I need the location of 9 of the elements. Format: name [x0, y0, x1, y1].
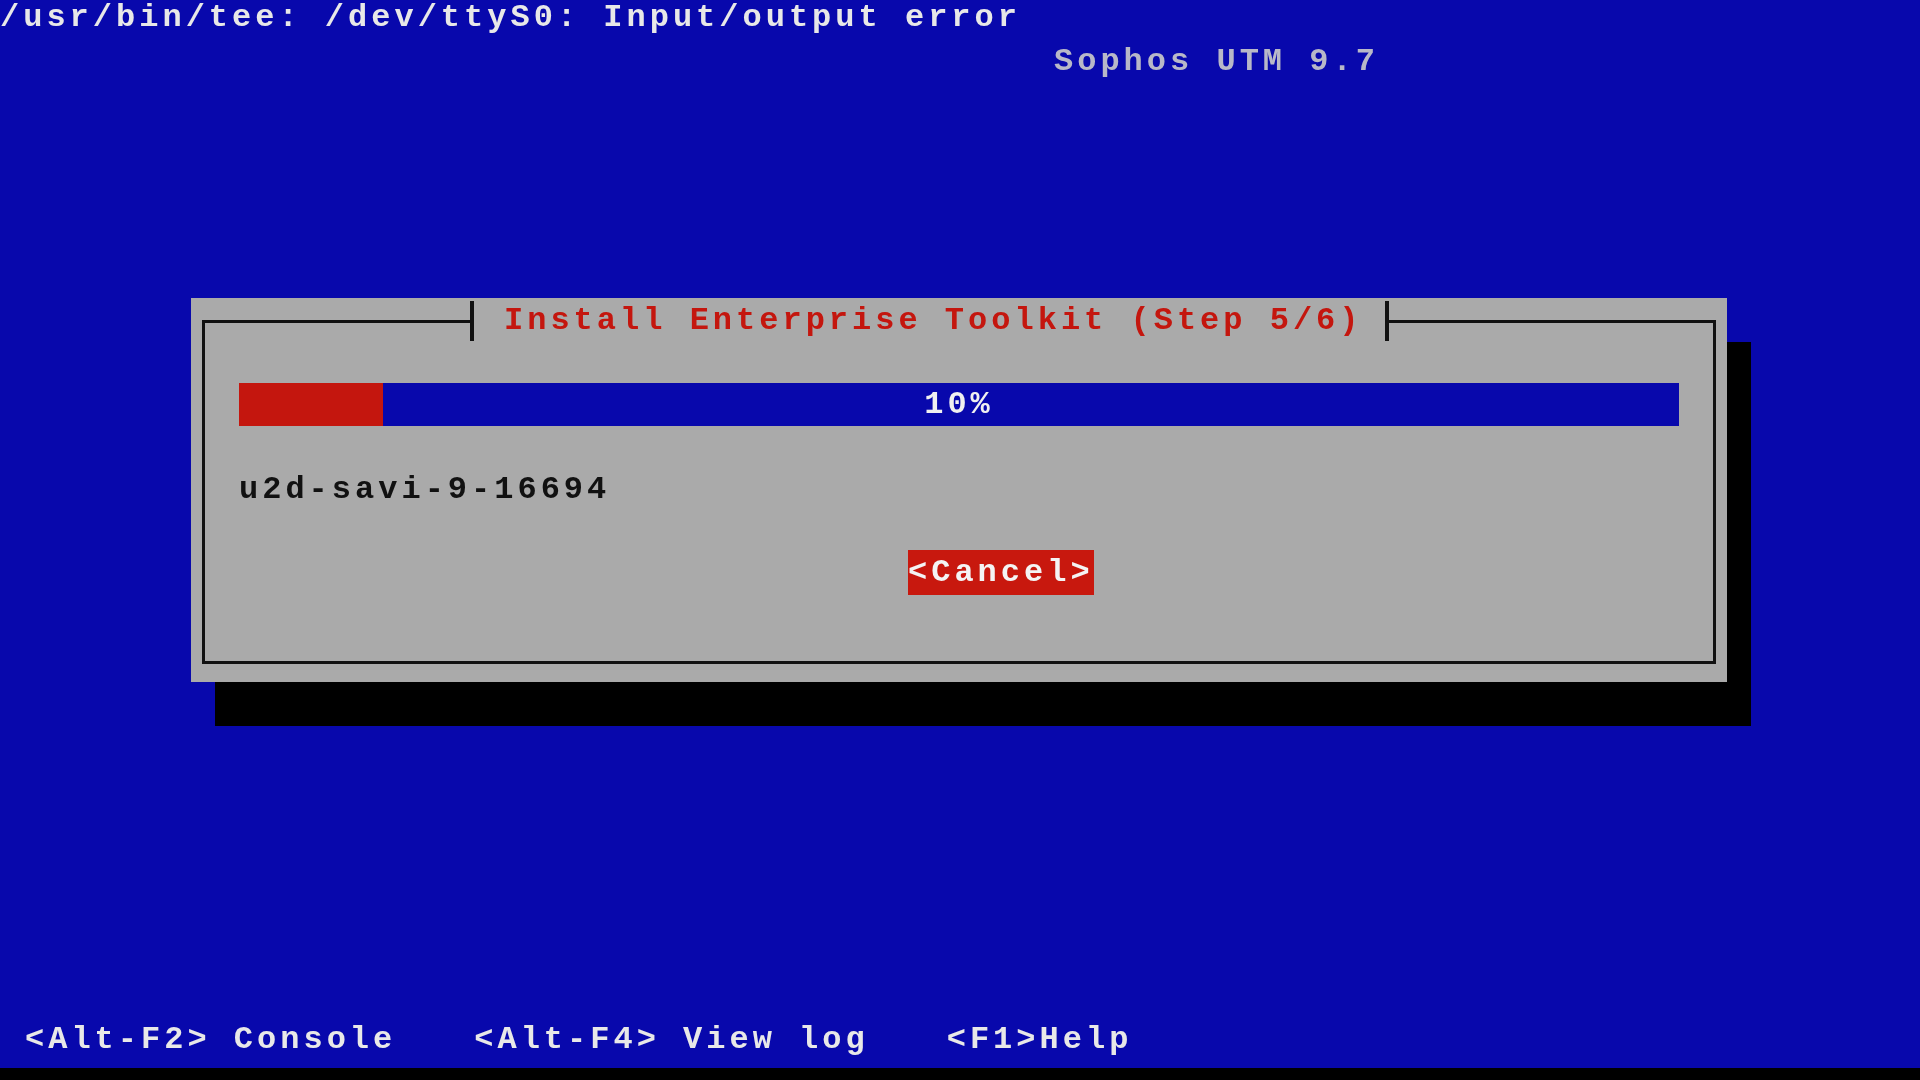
dialog-title: Install Enterprise Toolkit (Step 5/6) — [470, 301, 1389, 341]
key-hint[interactable]: <F1>Help — [946, 1018, 1133, 1068]
key-hint[interactable]: <Alt-F4> View log — [474, 1018, 869, 1068]
cancel-button[interactable]: <Cancel> — [908, 550, 1094, 595]
key-hint[interactable]: <Alt-F2> Console — [25, 1018, 397, 1068]
package-name: u2d-savi-9-16694 — [239, 470, 611, 510]
console-error-message: /usr/bin/tee: /dev/ttyS0: Input/output error — [0, 0, 1021, 38]
product-version: Sophos UTM 9.7 — [1054, 44, 1379, 80]
progress-percent: 10% — [924, 386, 994, 423]
